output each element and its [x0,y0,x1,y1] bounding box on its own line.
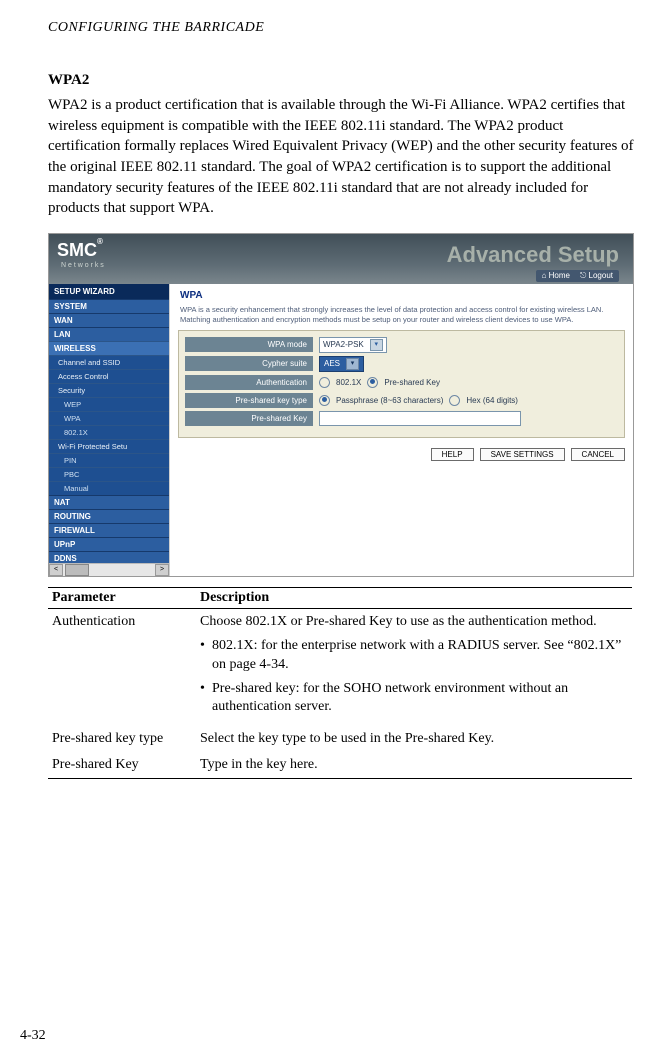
radio-8021x-label: 802.1X [336,378,361,387]
select-cypher-suite[interactable]: AES▾ [319,356,364,372]
running-head: CONFIGURING THE BARRICADE [48,20,635,36]
sidebar-item-lan[interactable]: LAN [49,327,169,341]
param-desc: Select the key type to be used in the Pr… [196,726,632,752]
param-name: Pre-shared key type [48,726,196,752]
home-link[interactable]: Home [542,271,570,281]
radio-hex[interactable] [449,395,460,406]
sidebar-item-nat[interactable]: NAT [49,495,169,509]
sidebar-item-manual[interactable]: Manual [49,481,169,495]
sidebar-item-upnp[interactable]: UPnP [49,537,169,551]
th-parameter: Parameter [48,588,196,609]
param-name: Pre-shared Key [48,752,196,779]
param-desc: Type in the key here. [196,752,632,779]
radio-preshared-label: Pre-shared Key [384,378,440,387]
sidebar-item-pin[interactable]: PIN [49,453,169,467]
main-panel: WPA WPA is a security enhancement that s… [170,284,633,576]
banner: SMC® N e t w o r k s Advanced Setup Home… [49,234,633,284]
sidebar-item-wps[interactable]: Wi-Fi Protected Setu [49,439,169,453]
table-row: Authentication Choose 802.1X or Pre-shar… [48,609,632,726]
sidebar-item-wireless[interactable]: WIRELESS [49,341,169,355]
page-number: 4-32 [20,1028,46,1044]
radio-8021x[interactable] [319,377,330,388]
list-item: 802.1X: for the enterprise network with … [200,637,628,673]
help-button[interactable]: HELP [431,448,474,461]
th-description: Description [196,588,632,609]
intro-paragraph: WPA2 is a product certification that is … [48,95,635,219]
sidebar-item-channel-ssid[interactable]: Channel and SSID [49,355,169,369]
logout-link[interactable]: Logout [580,271,613,281]
sidebar-item-firewall[interactable]: FIREWALL [49,523,169,537]
sidebar-item-security[interactable]: Security [49,383,169,397]
label-psk: Pre-shared Key [185,411,313,426]
param-desc: Choose 802.1X or Pre-shared Key to use a… [196,609,632,726]
radio-preshared[interactable] [367,377,378,388]
sidebar-item-wep[interactable]: WEP [49,397,169,411]
brand-logo: SMC® [57,240,103,261]
sidebar: SETUP WIZARD SYSTEM WAN LAN WIRELESS Cha… [49,284,170,576]
sidebar-item-system[interactable]: SYSTEM [49,299,169,313]
section-title: WPA2 [48,72,635,89]
sidebar-item-access-control[interactable]: Access Control [49,369,169,383]
scroll-left-arrow-icon[interactable]: < [49,564,63,576]
param-name: Authentication [48,609,196,726]
radio-hex-label: Hex (64 digits) [466,396,518,405]
form-panel: WPA mode WPA2-PSK▾ Cypher suite AES▾ Aut… [178,330,625,438]
radio-passphrase-label: Passphrase (8~63 characters) [336,396,443,405]
scroll-right-arrow-icon[interactable]: > [155,564,169,576]
chevron-down-icon: ▾ [370,339,383,351]
radio-passphrase[interactable] [319,395,330,406]
label-wpa-mode: WPA mode [185,337,313,352]
panel-desc: WPA is a security enhancement that stron… [180,305,625,324]
scroll-thumb[interactable] [65,564,89,576]
page-heading-adv: Advanced Setup [447,242,619,268]
table-row: Pre-shared Key Type in the key here. [48,752,632,779]
brand-subtext: N e t w o r k s [61,262,104,269]
parameter-table: Parameter Description Authentication Cho… [48,587,632,779]
sidebar-item-8021x[interactable]: 802.1X [49,425,169,439]
bullet-list: 802.1X: for the enterprise network with … [200,637,628,716]
select-wpa-mode[interactable]: WPA2-PSK▾ [319,337,387,353]
horizontal-scrollbar[interactable]: < > [49,563,169,576]
sidebar-item-wan[interactable]: WAN [49,313,169,327]
sidebar-item-setup-wizard[interactable]: SETUP WIZARD [49,284,169,299]
chevron-down-icon: ▾ [346,358,359,370]
sidebar-item-pbc[interactable]: PBC [49,467,169,481]
label-authentication: Authentication [185,375,313,390]
label-psk-type: Pre-shared key type [185,393,313,408]
save-settings-button[interactable]: SAVE SETTINGS [480,448,565,461]
sidebar-item-wpa[interactable]: WPA [49,411,169,425]
label-cypher-suite: Cypher suite [185,356,313,371]
header-links: Home Logout [536,270,619,282]
table-row: Pre-shared key type Select the key type … [48,726,632,752]
sidebar-item-routing[interactable]: ROUTING [49,509,169,523]
router-settings-screenshot: SMC® N e t w o r k s Advanced Setup Home… [48,233,634,577]
input-preshared-key[interactable] [319,411,521,426]
cancel-button[interactable]: CANCEL [571,448,625,461]
panel-title: WPA [180,290,625,301]
list-item: Pre-shared key: for the SOHO network env… [200,680,628,716]
